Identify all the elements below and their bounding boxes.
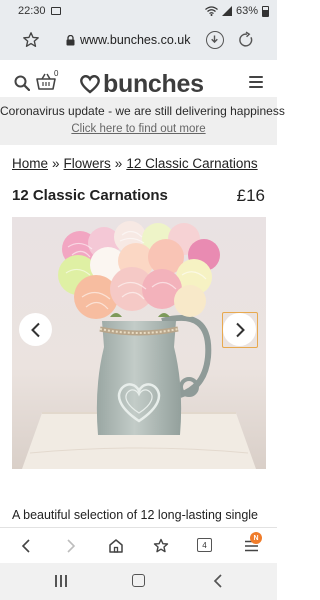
status-time: 22:30 (18, 5, 46, 17)
chevron-left-icon (21, 539, 30, 553)
product-price: £16 (236, 186, 265, 205)
bookmarks-star-icon (153, 538, 168, 553)
android-nav-bar (0, 563, 277, 600)
banner-link[interactable]: Click here to find out more (0, 123, 277, 135)
carousel-next-button[interactable] (223, 313, 256, 346)
download-icon[interactable] (206, 31, 224, 49)
browser-bottom-nav: 4 N (0, 527, 277, 563)
chevron-right-icon (67, 539, 76, 553)
android-back-icon[interactable] (211, 573, 225, 589)
url-text: www.bunches.co.uk (80, 33, 191, 47)
status-right: 63% (205, 5, 269, 17)
breadcrumb-separator: » (52, 156, 60, 171)
chevron-right-icon (235, 322, 245, 337)
search-icon[interactable] (14, 75, 30, 91)
banner-title: Coronavirus update - we are still delive… (0, 104, 285, 118)
product-description: A beautiful selection of 12 long-lasting… (12, 508, 258, 522)
lock-icon (66, 34, 75, 45)
bunches-logo[interactable]: bunches (79, 69, 204, 99)
status-bar: 22:30 63% (0, 0, 277, 22)
android-home-icon[interactable] (132, 574, 145, 587)
recents-icon[interactable] (55, 575, 67, 587)
hamburger-menu-icon[interactable] (249, 76, 263, 88)
breadcrumb-home[interactable]: Home (12, 156, 48, 171)
tabs-count: 4 (202, 540, 207, 550)
heart-logo-icon (80, 75, 100, 94)
home-icon (109, 539, 123, 553)
gallery-notification-icon (50, 7, 61, 15)
wifi-icon (205, 6, 218, 16)
chevron-left-icon (30, 322, 40, 337)
battery-percent: 63% (235, 5, 258, 17)
basket-count: 0 (54, 69, 59, 78)
home-button[interactable] (106, 536, 126, 556)
bookmarks-button[interactable] (151, 536, 171, 556)
breadcrumb-separator: » (114, 156, 123, 171)
bookmark-star-icon[interactable] (22, 31, 40, 49)
basket-icon[interactable] (36, 73, 56, 91)
carousel-prev-button[interactable] (19, 313, 52, 346)
battery-icon (262, 5, 269, 17)
address-field[interactable]: www.bunches.co.uk (66, 33, 190, 47)
breadcrumb-flowers[interactable]: Flowers (64, 156, 111, 171)
corona-update-banner: Coronavirus update - we are still delive… (0, 97, 285, 145)
reload-icon[interactable] (237, 31, 255, 49)
signal-icon (221, 6, 232, 16)
browser-url-bar: www.bunches.co.uk (0, 22, 277, 60)
product-title: 12 Classic Carnations (12, 187, 168, 204)
notification-badge: N (250, 532, 262, 544)
logo-text: bunches (103, 69, 204, 98)
tabs-button[interactable]: 4 (197, 538, 212, 552)
forward-button[interactable] (61, 536, 81, 556)
back-button[interactable] (16, 536, 36, 556)
breadcrumb-current[interactable]: 12 Classic Carnations (126, 156, 257, 171)
breadcrumb: Home» Flowers» 12 Classic Carnations (12, 156, 258, 171)
